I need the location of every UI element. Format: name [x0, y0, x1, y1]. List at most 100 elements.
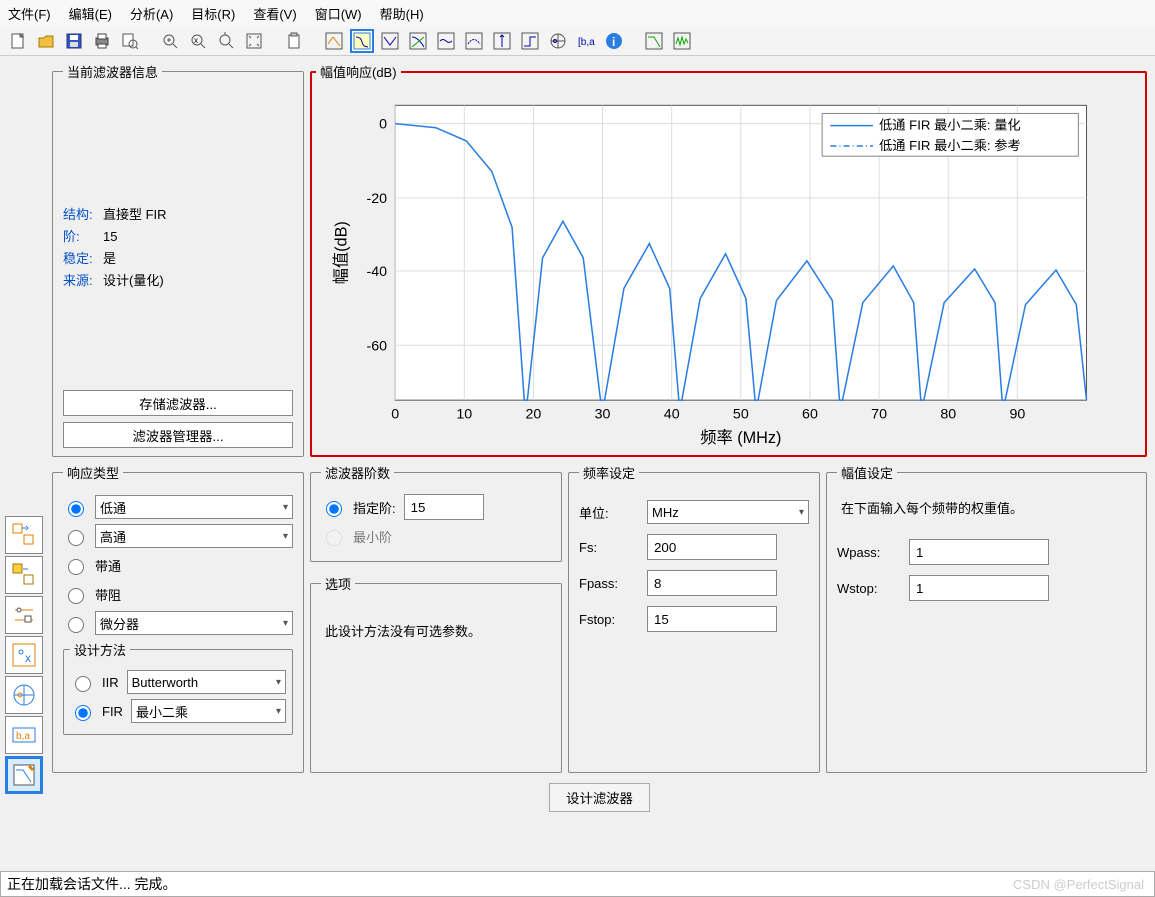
- menu-file[interactable]: 文件(F): [8, 4, 51, 23]
- wpass-label: Wpass:: [837, 545, 897, 560]
- print-icon[interactable]: [90, 29, 114, 53]
- group-delay-icon[interactable]: [434, 29, 458, 53]
- polezero-icon[interactable]: [546, 29, 570, 53]
- svg-text:40: 40: [664, 406, 680, 422]
- design-method-panel: 设计方法 IIRButterworth▾ FIR最小二乘▾: [63, 640, 293, 735]
- resp-bandstop-label: 带阻: [95, 585, 121, 604]
- menu-analysis[interactable]: 分析(A): [130, 4, 173, 23]
- legend-2: 低通 FIR 最小二乘: 参考: [879, 137, 1021, 153]
- resp-lowpass-radio[interactable]: [68, 501, 84, 517]
- fit-icon[interactable]: [242, 29, 266, 53]
- svg-text:60: 60: [802, 406, 818, 422]
- chart-title: 幅值响应(dB): [316, 62, 401, 81]
- store-filter-button[interactable]: 存储滤波器...: [63, 390, 293, 416]
- fir-select[interactable]: 最小二乘▾: [131, 699, 286, 723]
- resp-highpass-select[interactable]: 高通▾: [95, 524, 293, 548]
- resp-bandstop-radio[interactable]: [68, 588, 84, 604]
- options-panel: 选项 此设计方法没有可选参数。: [310, 574, 562, 773]
- iir-radio[interactable]: [75, 676, 91, 692]
- resp-highpass-radio[interactable]: [68, 530, 84, 546]
- menu-help[interactable]: 帮助(H): [380, 4, 424, 23]
- design-method-title: 设计方法: [70, 640, 130, 659]
- frequency-title: 频率设定: [579, 463, 639, 482]
- info-icon[interactable]: i: [602, 29, 626, 53]
- svg-text:-60: -60: [366, 338, 387, 354]
- response-type-title: 响应类型: [63, 463, 123, 482]
- svg-text:-40: -40: [366, 264, 387, 280]
- resp-bandpass-radio[interactable]: [68, 559, 84, 575]
- menu-window[interactable]: 窗口(W): [315, 4, 362, 23]
- svg-text:70: 70: [871, 406, 887, 422]
- y-axis-label: 幅值(dB): [332, 221, 350, 284]
- info-order-label: 阶:: [63, 226, 103, 248]
- clipboard-icon[interactable]: [282, 29, 306, 53]
- info-source-value: 设计(量化): [103, 273, 164, 288]
- mag-linear-icon[interactable]: [642, 29, 666, 53]
- resp-diff-radio[interactable]: [68, 617, 84, 633]
- toolbar: x [b,a] i: [0, 27, 1155, 56]
- info-order-value: 15: [103, 229, 117, 244]
- menu-view[interactable]: 查看(V): [253, 4, 296, 23]
- noise-icon[interactable]: [670, 29, 694, 53]
- sb-quantize-icon[interactable]: [5, 556, 43, 594]
- impulse-icon[interactable]: [490, 29, 514, 53]
- left-sidebar: x b,a: [0, 56, 48, 812]
- open-icon[interactable]: [34, 29, 58, 53]
- sb-pz-edit-icon[interactable]: x: [5, 636, 43, 674]
- step-icon[interactable]: [518, 29, 542, 53]
- print-preview-icon[interactable]: [118, 29, 142, 53]
- mag-phase-icon[interactable]: [406, 29, 430, 53]
- wstop-input[interactable]: [909, 575, 1049, 601]
- resp-bandpass-label: 带通: [95, 556, 121, 575]
- fpass-input[interactable]: [647, 570, 777, 596]
- filter-info-panel: 当前滤波器信息 结构:直接型 FIR 阶:15 稳定:是 来源:设计(量化) 存…: [52, 62, 304, 457]
- zoom-x-icon[interactable]: x: [186, 29, 210, 53]
- magnitude-panel: 幅值设定 在下面输入每个频带的权重值。 Wpass: Wstop:: [826, 463, 1147, 773]
- resp-diff-select[interactable]: 微分器▾: [95, 611, 293, 635]
- svg-text:0: 0: [379, 117, 387, 133]
- order-input[interactable]: [404, 494, 484, 520]
- sb-transform-icon[interactable]: [5, 516, 43, 554]
- svg-text:i: i: [612, 35, 615, 49]
- legend-1: 低通 FIR 最小二乘: 量化: [879, 118, 1021, 133]
- phase-response-icon[interactable]: [378, 29, 402, 53]
- iir-select[interactable]: Butterworth▾: [127, 670, 286, 694]
- design-filter-button[interactable]: 设计滤波器: [549, 783, 650, 812]
- unit-select[interactable]: MHz▾: [647, 500, 809, 524]
- phase-delay-icon[interactable]: [462, 29, 486, 53]
- options-message: 此设计方法没有可选参数。: [321, 601, 551, 660]
- sb-import-icon[interactable]: [5, 676, 43, 714]
- fs-input[interactable]: [647, 534, 777, 560]
- svg-text:20: 20: [526, 406, 542, 422]
- svg-text:[b,a]: [b,a]: [578, 37, 595, 48]
- zoom-in-icon[interactable]: [158, 29, 182, 53]
- fir-radio[interactable]: [75, 705, 91, 721]
- sb-design-icon[interactable]: [5, 756, 43, 794]
- zoom-y-icon[interactable]: [214, 29, 238, 53]
- spec-icon[interactable]: [322, 29, 346, 53]
- menu-edit[interactable]: 编辑(E): [69, 4, 112, 23]
- coeffs-icon[interactable]: [b,a]: [574, 29, 598, 53]
- resp-lowpass-select[interactable]: 低通▾: [95, 495, 293, 519]
- mag-response-icon[interactable]: [350, 29, 374, 53]
- svg-text:0: 0: [391, 406, 399, 422]
- svg-text:50: 50: [733, 406, 749, 422]
- sb-multirate-icon[interactable]: b,a: [5, 716, 43, 754]
- filter-manager-button[interactable]: 滤波器管理器...: [63, 422, 293, 448]
- info-source-label: 来源:: [63, 270, 103, 292]
- filter-info-title: 当前滤波器信息: [63, 62, 162, 81]
- filter-order-panel: 滤波器阶数 指定阶: 最小阶: [310, 463, 562, 562]
- wpass-input[interactable]: [909, 539, 1049, 565]
- options-title: 选项: [321, 574, 355, 593]
- menu-bar: 文件(F) 编辑(E) 分析(A) 目标(R) 查看(V) 窗口(W) 帮助(H…: [0, 0, 1155, 27]
- specify-order-radio[interactable]: [326, 501, 342, 517]
- watermark: CSDN @PerfectSignal: [1013, 877, 1144, 892]
- sb-realize-icon[interactable]: [5, 596, 43, 634]
- fstop-label: Fstop:: [579, 612, 635, 627]
- new-icon[interactable]: [6, 29, 30, 53]
- svg-text:90: 90: [1009, 406, 1025, 422]
- save-icon[interactable]: [62, 29, 86, 53]
- info-structure-value: 直接型 FIR: [103, 207, 167, 222]
- fstop-input[interactable]: [647, 606, 777, 632]
- menu-target[interactable]: 目标(R): [191, 4, 235, 23]
